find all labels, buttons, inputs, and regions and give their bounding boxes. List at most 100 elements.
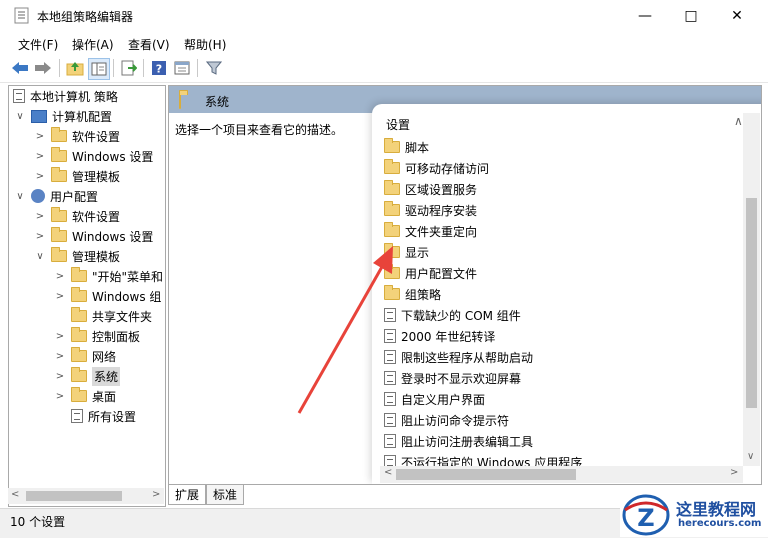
scroll-down-icon[interactable]: ∨ xyxy=(747,451,754,462)
chevron-right-icon[interactable]: > xyxy=(55,331,65,342)
scroll-left-icon[interactable]: < xyxy=(11,489,19,500)
tree-item-network[interactable]: > 网络 xyxy=(55,346,116,366)
scroll-thumb[interactable] xyxy=(26,491,122,501)
list-item[interactable]: 阻止访问注册表编辑工具 xyxy=(384,431,533,451)
folder-icon xyxy=(51,207,67,222)
folder-icon xyxy=(384,180,400,195)
menu-file[interactable]: 文件(F) xyxy=(18,36,58,53)
tab-extended[interactable]: 扩展 xyxy=(168,485,207,505)
content-pane: 系统 选择一个项目来查看它的描述。 设置 ∧ 脚本 可移动存储访问 区域设置服务… xyxy=(168,85,762,485)
chevron-right-icon[interactable]: > xyxy=(55,271,65,282)
list-item[interactable]: 可移动存储访问 xyxy=(384,158,489,178)
folder-icon xyxy=(71,347,87,362)
up-folder-icon xyxy=(66,62,84,76)
tree-item-computer-config[interactable]: ∨ 计算机配置 xyxy=(15,106,112,126)
folder-icon xyxy=(71,267,87,282)
tree-item-label: Windows 设置 xyxy=(72,229,154,244)
vertical-scrollbar[interactable]: ∨ xyxy=(743,113,760,466)
show-tree-button[interactable] xyxy=(88,58,110,80)
folder-icon xyxy=(51,227,67,242)
tree-horizontal-scrollbar[interactable]: < > xyxy=(8,488,164,504)
filter-button[interactable] xyxy=(204,58,224,78)
tree-item-admin-templates[interactable]: ∨ 管理模板 xyxy=(35,246,120,266)
scroll-thumb[interactable] xyxy=(396,469,576,480)
tree-item-admin-templates[interactable]: > 管理模板 xyxy=(35,166,120,186)
tree-item-label: 软件设置 xyxy=(72,129,121,144)
back-arrow-icon xyxy=(12,62,28,74)
close-button[interactable]: ✕ xyxy=(714,0,760,31)
tree-item-desktop[interactable]: > 桌面 xyxy=(55,386,116,406)
tree-item-start-menu[interactable]: > "开始"菜单和 xyxy=(55,266,163,286)
list-item[interactable]: 脚本 xyxy=(384,137,429,157)
chevron-right-icon[interactable]: > xyxy=(55,371,65,382)
chevron-down-icon[interactable]: ∨ xyxy=(15,111,25,122)
menu-help[interactable]: 帮助(H) xyxy=(184,36,226,53)
folder-icon xyxy=(384,138,400,153)
chevron-right-icon[interactable]: > xyxy=(35,131,45,142)
chevron-right-icon[interactable]: > xyxy=(35,231,45,242)
properties-button[interactable] xyxy=(172,58,192,78)
tree-item-label: Windows 组 xyxy=(92,289,162,304)
tree-item-software-settings[interactable]: > 软件设置 xyxy=(35,126,120,146)
scroll-thumb[interactable] xyxy=(746,198,757,408)
title-bar: 本地组策略编辑器 — □ ✕ xyxy=(0,0,768,31)
minimize-button[interactable]: — xyxy=(622,0,668,31)
chevron-right-icon[interactable]: > xyxy=(35,211,45,222)
list-item[interactable]: 驱动程序安装 xyxy=(384,200,477,220)
status-text: 10 个设置 xyxy=(10,515,66,529)
forward-button[interactable] xyxy=(33,58,53,78)
tree-item-label: 计算机配置 xyxy=(52,109,113,124)
folder-icon xyxy=(71,387,87,402)
tree-item-shared-folders[interactable]: 共享文件夹 xyxy=(55,306,152,326)
menu-bar: 文件(F) 操作(A) 查看(V) 帮助(H) xyxy=(0,32,768,54)
scroll-left-icon[interactable]: < xyxy=(384,467,392,478)
chevron-down-icon[interactable]: ∨ xyxy=(15,191,25,202)
back-button[interactable] xyxy=(10,58,30,78)
svg-text:?: ? xyxy=(156,63,162,76)
scroll-right-icon[interactable]: > xyxy=(152,489,160,500)
chevron-right-icon[interactable]: > xyxy=(55,391,65,402)
horizontal-scrollbar[interactable]: < > xyxy=(380,466,743,483)
tree-item-control-panel[interactable]: > 控制面板 xyxy=(55,326,140,346)
help-button[interactable]: ? xyxy=(149,58,169,78)
chevron-right-icon[interactable]: > xyxy=(35,171,45,182)
list-item[interactable]: 区域设置服务 xyxy=(384,179,477,199)
tree-root[interactable]: 本地计算机 策略 xyxy=(13,86,118,106)
annotation-arrow-icon xyxy=(297,246,393,414)
tree-pane: 本地计算机 策略 ∨ 计算机配置 > 软件设置 > Windows 设置 > 管理模板 … xyxy=(8,85,166,507)
minimize-icon: — xyxy=(638,7,652,24)
folder-icon xyxy=(51,247,67,262)
tree-item-label: 所有设置 xyxy=(88,409,137,424)
watermark-text: 这里教程网 xyxy=(676,500,757,519)
tab-standard[interactable]: 标准 xyxy=(206,485,245,505)
user-icon xyxy=(31,189,45,203)
tree-item-software-settings[interactable]: > 软件设置 xyxy=(35,206,120,226)
chevron-down-icon[interactable]: ∨ xyxy=(35,251,45,262)
menu-action[interactable]: 操作(A) xyxy=(72,36,114,53)
sort-up-icon[interactable]: ∧ xyxy=(734,114,743,128)
maximize-button[interactable]: □ xyxy=(668,0,714,31)
chevron-right-icon[interactable]: > xyxy=(55,291,65,302)
tree-item-label: "开始"菜单和 xyxy=(92,269,164,284)
app-icon xyxy=(14,7,29,24)
tree-item-label: 网络 xyxy=(92,349,117,364)
export-button[interactable] xyxy=(119,58,139,78)
tree-item-user-config[interactable]: ∨ 用户配置 xyxy=(15,186,98,206)
chevron-right-icon[interactable]: > xyxy=(55,351,65,362)
tree-item-label: 系统 xyxy=(92,366,121,386)
menu-view[interactable]: 查看(V) xyxy=(128,36,170,53)
computer-icon xyxy=(31,109,47,123)
tree-item-windows-settings[interactable]: > Windows 设置 xyxy=(35,226,153,246)
tree-item-system[interactable]: > 系统 xyxy=(55,366,121,386)
tree-item-all-settings[interactable]: 所有设置 xyxy=(55,406,136,426)
tree-item-windows-components[interactable]: > Windows 组 xyxy=(55,286,161,306)
tree-item-label: 软件设置 xyxy=(72,209,121,224)
policy-doc-icon xyxy=(13,89,25,103)
view-tabs: 扩展 标准 xyxy=(168,485,468,505)
scroll-right-icon[interactable]: > xyxy=(730,467,738,478)
tree-item-label: 用户配置 xyxy=(50,189,99,204)
up-button[interactable] xyxy=(65,58,85,78)
tree-item-windows-settings[interactable]: > Windows 设置 xyxy=(35,146,153,166)
chevron-right-icon[interactable]: > xyxy=(35,151,45,162)
column-header-setting[interactable]: 设置 xyxy=(386,116,410,133)
